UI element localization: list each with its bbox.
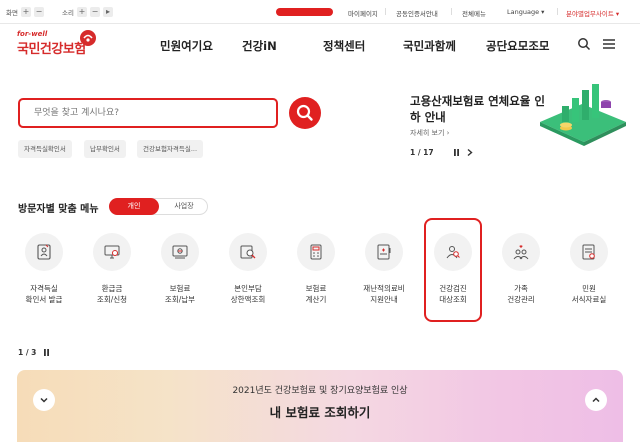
keyword-chip[interactable]: 자격득실확인서 [18, 140, 72, 158]
sound-down-button[interactable]: − [89, 7, 100, 17]
search-box [18, 98, 278, 128]
menu-item-forms[interactable]: 민원 서식자료실 [559, 233, 619, 305]
menu-item-refund[interactable]: 환급금 조회/신청 [82, 233, 142, 305]
magnifier-doc-icon [229, 233, 267, 271]
menu-item-medical-support[interactable]: 재난적의료비 지원안내 [354, 233, 414, 305]
highlight-box [424, 218, 482, 322]
utility-bar: 화면 + − 소리 + − ▸ 마이페이지 공동인증서안내 전체메뉴 Langu… [0, 0, 640, 24]
menu-item-family-health[interactable]: 가족 건강관리 [491, 233, 551, 305]
sound-label: 소리 [62, 9, 74, 17]
id-card-icon [25, 233, 63, 271]
visitor-type-toggle: 개인 사업장 [109, 198, 208, 215]
menu-item-label: 재난적의료비 지원안내 [363, 284, 405, 304]
menu-item-label: 자격득실 확인서 발급 [25, 284, 63, 304]
promo-subtitle: 2021년도 건강보험료 및 장기요양보험료 인상 [232, 386, 408, 396]
mypage-link[interactable]: 마이페이지 [348, 8, 378, 18]
logo-icon [80, 30, 96, 46]
notice-pill-button[interactable] [276, 8, 333, 16]
menu-item-label: 본인부담 상한액조회 [230, 284, 266, 304]
menu-icon[interactable] [602, 37, 616, 51]
menu-item-copay-limit[interactable]: 본인부담 상한액조회 [218, 233, 278, 305]
next-slide-button[interactable] [585, 389, 607, 411]
nav-health-in[interactable]: 건강iN [242, 38, 277, 54]
language-label: Language [507, 8, 540, 16]
family-heart-icon [502, 233, 540, 271]
logo-name[interactable]: 국민건강보험 [17, 38, 86, 57]
promo-title[interactable]: 내 보험료 조회하기 [17, 402, 623, 421]
banner-title[interactable]: 고용산재보험료 연체요율 인하 안내 [410, 93, 545, 125]
menu-item-label: 환급금 조회/신청 [96, 284, 128, 304]
pause-icon[interactable] [452, 148, 461, 157]
screen-size-control: 화면 + − [6, 7, 44, 17]
search-icon [296, 104, 313, 121]
banner-pager: 1 / 17 [410, 148, 434, 157]
branch-sites-select[interactable]: 분야별업무사이트 ▾ [566, 8, 619, 18]
menu-item-qualification[interactable]: 자격득실 확인서 발급 [14, 233, 74, 305]
pause-icon[interactable] [42, 348, 51, 357]
nav-policy-center[interactable]: 정책센터 [323, 38, 365, 54]
nav-with-public[interactable]: 국민과함께 [403, 38, 456, 54]
menu-item-label: 민원 서식자료실 [571, 284, 607, 304]
medical-fund-icon [365, 233, 403, 271]
banner-illustration-icon [540, 84, 626, 146]
language-select[interactable]: Language ▾ [507, 8, 544, 16]
nav-about[interactable]: 공단요모조모 [486, 38, 549, 54]
chevron-up-icon [592, 397, 600, 403]
branch-sites-label: 분야별업무사이트 [566, 10, 614, 18]
section-title: 방문자별 맞춤 메뉴 [18, 204, 99, 215]
banner-more-label: 자세히 보기 [410, 129, 445, 137]
promo-banner[interactable]: 2021년도 건강보험료 및 장기요양보험료 인상 내 보험료 조회하기 [17, 370, 623, 442]
screen-zoom-in-button[interactable]: + [20, 7, 31, 17]
banner-more-link[interactable]: 자세히 보기 › [410, 128, 449, 138]
keyword-chip[interactable]: 납부확인서 [84, 140, 126, 158]
screen-zoom-out-button[interactable]: − [33, 7, 44, 17]
calculator-icon [297, 233, 335, 271]
next-icon[interactable] [465, 148, 474, 157]
screen-size-label: 화면 [6, 9, 18, 17]
search-button[interactable] [289, 97, 321, 129]
divider [557, 8, 558, 15]
menu-item-label: 보험료 계산기 [305, 284, 327, 304]
sound-play-button[interactable]: ▸ [102, 7, 113, 17]
receipt-icon [161, 233, 199, 271]
menu-item-calculator[interactable]: 보험료 계산기 [286, 233, 346, 305]
divider [385, 8, 386, 15]
sound-control: 소리 + − ▸ [62, 7, 113, 17]
menu-item-premium[interactable]: 보험료 조회/납부 [150, 233, 210, 305]
search-icon[interactable] [577, 37, 591, 51]
search-input[interactable] [20, 100, 276, 126]
monitor-refund-icon [93, 233, 131, 271]
menu-item-label: 보험료 조회/납부 [164, 284, 196, 304]
logo-tagline: for-well [17, 30, 48, 38]
all-menu-link[interactable]: 전체메뉴 [462, 8, 486, 18]
menu-item-label: 가족 건강관리 [507, 284, 535, 304]
sound-up-button[interactable]: + [76, 7, 87, 17]
form-doc-icon [570, 233, 608, 271]
tab-business[interactable]: 사업장 [160, 199, 208, 214]
divider [451, 8, 452, 15]
tab-individual[interactable]: 개인 [109, 198, 159, 215]
nav-civil-service[interactable]: 민원여기요 [160, 38, 213, 54]
keyword-chip[interactable]: 건강보험자격득실... [137, 140, 204, 158]
menu-pager: 1 / 3 [18, 348, 37, 357]
certificate-guide-link[interactable]: 공동인증서안내 [396, 8, 438, 18]
